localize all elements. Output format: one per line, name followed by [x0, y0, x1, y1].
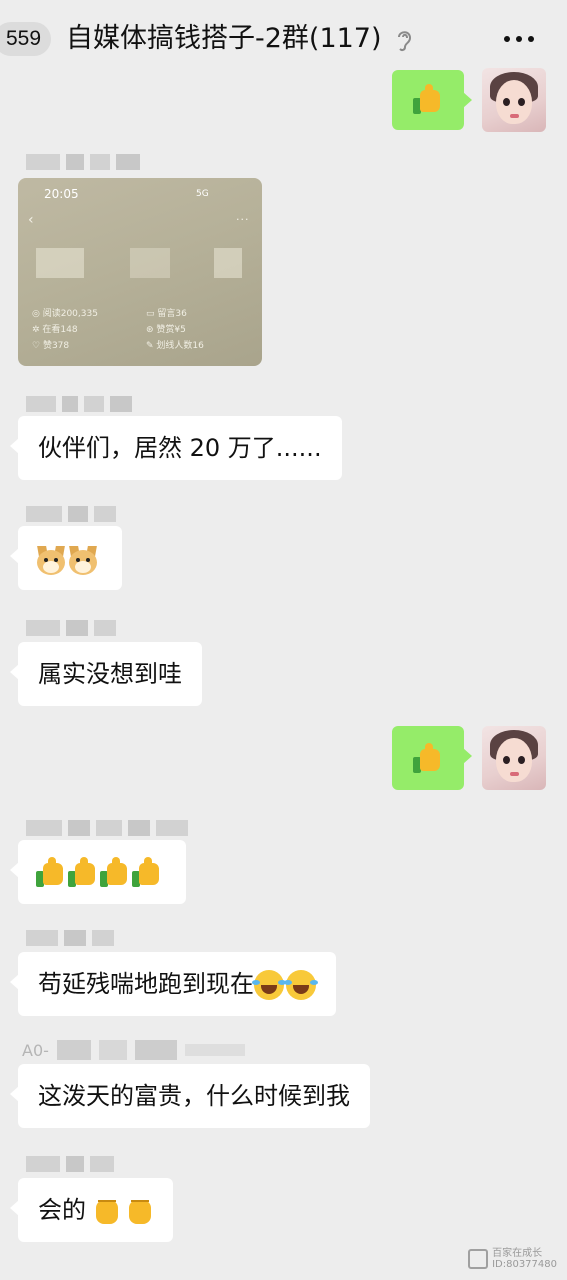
stat-tips: ⊛ 赞赏¥5: [146, 325, 186, 335]
thumbs-up-icon: [413, 743, 443, 773]
message-bubble-other[interactable]: 伙伴们，居然 20 万了......: [10, 416, 342, 480]
more-icon: ···: [236, 213, 250, 226]
message-bubble-other[interactable]: 会的: [9, 1178, 174, 1242]
sender-name: [26, 930, 114, 946]
watermark-line1: 百家在成长: [492, 1248, 543, 1259]
tears-of-joy-icon: [284, 970, 318, 1000]
message-text: 会的: [38, 1196, 86, 1224]
sender-name: [26, 396, 132, 412]
chat-header: 559 自媒体搞钱搭子-2群(117): [0, 0, 567, 78]
sender-name: [26, 506, 116, 522]
raised-fist-icon: [94, 1196, 120, 1226]
message-bubble-other[interactable]: 苟延残喘地跑到现在: [10, 952, 336, 1016]
sender-name: [26, 820, 188, 836]
thumbs-up-icon: [413, 84, 443, 114]
tears-of-joy-icon: [252, 970, 286, 1000]
stat-underline: ✎ 划线人数16: [146, 341, 204, 351]
blurred-title: [36, 248, 84, 278]
stat-reads: ◎ 阅读200,335: [32, 309, 98, 319]
sender-name: [26, 1156, 114, 1172]
self-avatar[interactable]: [482, 726, 546, 790]
status-time: 20:05: [44, 187, 79, 201]
message-text: 属实没想到哇: [38, 660, 182, 688]
thumbs-up-icon: [132, 857, 162, 887]
watermark: 百家在成长 ID:80377480: [468, 1248, 557, 1270]
message-text: 伙伴们，居然 20 万了......: [38, 434, 322, 462]
chat-title: 自媒体搞钱搭子-2群(117): [66, 23, 382, 54]
sender-name-prefix: A0-: [22, 1040, 49, 1060]
blurred-title: [130, 248, 170, 278]
stat-viewing: ✲ 在看148: [32, 325, 78, 335]
stat-comments: ▭ 留言36: [146, 309, 187, 319]
message-bubble-other[interactable]: 属实没想到哇: [10, 642, 202, 706]
message-bubble-other[interactable]: 这泼天的富贵，什么时候到我: [10, 1064, 370, 1128]
more-icon[interactable]: [504, 36, 536, 44]
ear-icon: [398, 31, 412, 52]
stat-likes: ♡ 赞378: [32, 341, 70, 351]
shared-screenshot-image[interactable]: 20:05 5G ‹ ··· ◎ 阅读200,335 ▭ 留言36 ✲ 在看14…: [18, 178, 262, 366]
thumbs-up-icon: [36, 857, 66, 887]
thumbs-up-icon: [100, 857, 130, 887]
thumbs-up-icon: [68, 857, 98, 887]
sender-name: A0-: [22, 1040, 245, 1060]
message-bubble-self[interactable]: [392, 726, 472, 790]
message-bubble-other[interactable]: [10, 526, 122, 590]
doge-emoji-icon: [36, 546, 66, 576]
back-unread-badge[interactable]: 559: [0, 22, 52, 56]
doge-emoji-icon: [68, 546, 98, 576]
sender-name: [26, 620, 116, 636]
raised-fist-icon: [127, 1196, 153, 1226]
message-text: 这泼天的富贵，什么时候到我: [38, 1082, 350, 1110]
sender-name: [26, 154, 140, 170]
message-bubble-self[interactable]: [392, 70, 472, 130]
network-label: 5G: [196, 189, 209, 199]
blurred-title: [214, 248, 242, 278]
message-bubble-other[interactable]: [10, 840, 186, 904]
back-arrow-icon: ‹: [28, 212, 34, 228]
watermark-line2: ID:80377480: [492, 1259, 557, 1270]
message-text: 苟延残喘地跑到现在: [38, 970, 254, 998]
self-avatar[interactable]: [482, 68, 546, 132]
watermark-logo-icon: [468, 1249, 489, 1269]
